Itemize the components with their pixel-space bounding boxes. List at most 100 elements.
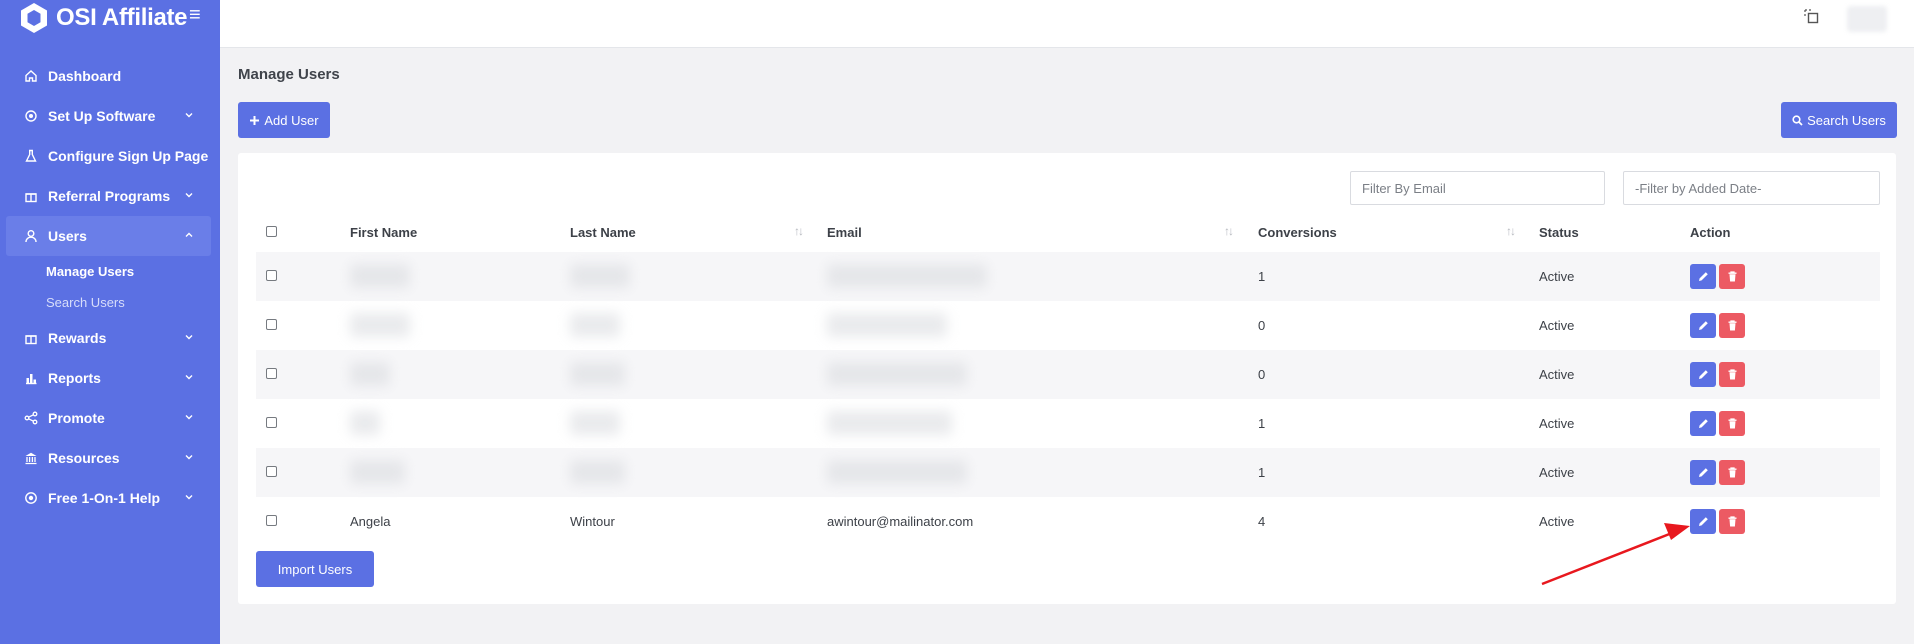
- blurred-email: [827, 411, 952, 435]
- sort-icon[interactable]: ↑↓: [1224, 224, 1234, 238]
- edit-button[interactable]: [1690, 460, 1716, 485]
- email-cell: awintour@mailinator.com: [827, 514, 974, 529]
- search-users-button[interactable]: Search Users: [1781, 102, 1897, 138]
- edit-button[interactable]: [1690, 509, 1716, 534]
- bank-icon: [22, 449, 40, 467]
- edit-button[interactable]: [1690, 264, 1716, 289]
- sidebar-item-label: Configure Sign Up Page: [48, 148, 209, 164]
- chevron-down-icon: [185, 375, 193, 380]
- status-cell: Active: [1539, 465, 1575, 480]
- brand[interactable]: OSI Affiliate: [18, 2, 188, 34]
- row-checkbox[interactable]: [266, 466, 277, 477]
- blurred-last-name: [570, 362, 625, 386]
- sidebar-item-configure-sign-up-page[interactable]: Configure Sign Up Page: [0, 136, 220, 176]
- sidebar-item-free-help[interactable]: Free 1-On-1 Help: [0, 478, 220, 518]
- delete-button[interactable]: [1719, 313, 1745, 338]
- gift-icon: [22, 187, 40, 205]
- hamburger-icon[interactable]: ≡: [189, 5, 201, 25]
- blurred-last-name: [570, 411, 620, 435]
- status-cell: Active: [1539, 416, 1575, 431]
- delete-button[interactable]: [1719, 411, 1745, 436]
- edit-button[interactable]: [1690, 362, 1716, 387]
- status-cell: Active: [1539, 367, 1575, 382]
- conversions-cell: 4: [1258, 514, 1266, 529]
- sidebar-item-users[interactable]: Users: [6, 216, 211, 256]
- settings-icon: [22, 107, 40, 125]
- column-header-last-name[interactable]: Last Name: [570, 225, 636, 240]
- sort-icon[interactable]: ↑↓: [794, 224, 804, 238]
- page-title: Manage Users: [238, 66, 340, 83]
- trash-icon: [1728, 418, 1736, 429]
- sidebar-item-reports[interactable]: Reports: [0, 358, 220, 398]
- search-icon: [1792, 114, 1803, 126]
- sidebar-item-set-up-software[interactable]: Set Up Software: [0, 96, 220, 136]
- row-checkbox[interactable]: [266, 515, 277, 526]
- blurred-email: [827, 313, 947, 337]
- filter-email-input[interactable]: [1350, 171, 1605, 205]
- delete-button[interactable]: [1719, 362, 1745, 387]
- sidebar-item-dashboard[interactable]: Dashboard: [0, 56, 220, 96]
- fullscreen-icon[interactable]: [1803, 8, 1821, 26]
- sidebar-nav: Dashboard Set Up Software Configure Sign…: [0, 56, 220, 518]
- trash-icon: [1728, 369, 1736, 380]
- sidebar-subitem-manage-users[interactable]: Manage Users: [0, 256, 220, 287]
- import-users-label: Import Users: [277, 561, 353, 577]
- chevron-down-icon: [185, 415, 193, 420]
- sidebar-item-label: Set Up Software: [48, 108, 156, 124]
- help-icon: [22, 489, 40, 507]
- blurred-first-name: [350, 362, 390, 386]
- conversions-cell: 1: [1258, 269, 1266, 284]
- table-row: 1 Active: [256, 448, 1880, 497]
- edit-button[interactable]: [1690, 411, 1716, 436]
- users-table: First Name Last Name ↑↓ Email ↑↓ Convers…: [256, 214, 1880, 546]
- sidebar-item-promote[interactable]: Promote: [0, 398, 220, 438]
- conversions-cell: 0: [1258, 318, 1266, 333]
- edit-button[interactable]: [1690, 313, 1716, 338]
- add-user-button[interactable]: Add User: [238, 102, 330, 138]
- delete-button[interactable]: [1719, 460, 1745, 485]
- add-user-label: Add User: [264, 112, 319, 128]
- sidebar-item-label: Dashboard: [48, 68, 122, 84]
- conversions-cell: 1: [1258, 416, 1266, 431]
- blurred-email: [827, 264, 987, 288]
- pencil-icon: [1698, 517, 1708, 526]
- sort-icon[interactable]: ↑↓: [1506, 224, 1516, 238]
- chevron-down-icon: [185, 193, 193, 198]
- bar-chart-icon: [22, 369, 40, 387]
- user-avatar[interactable]: [1847, 6, 1887, 32]
- blurred-email: [827, 362, 967, 386]
- row-checkbox[interactable]: [266, 319, 277, 330]
- row-checkbox[interactable]: [266, 417, 277, 428]
- table-header: First Name Last Name ↑↓ Email ↑↓ Convers…: [256, 214, 1880, 252]
- trash-icon: [1728, 271, 1736, 282]
- sidebar-item-resources[interactable]: Resources: [0, 438, 220, 478]
- filter-date-input[interactable]: [1623, 171, 1880, 205]
- sidebar-item-rewards[interactable]: Rewards: [0, 318, 220, 358]
- conversions-cell: 1: [1258, 465, 1266, 480]
- sidebar-item-referral-programs[interactable]: Referral Programs: [0, 176, 220, 216]
- column-header-first-name[interactable]: First Name: [350, 225, 417, 240]
- user-icon: [22, 227, 40, 245]
- pencil-icon: [1698, 419, 1708, 428]
- pencil-icon: [1698, 272, 1708, 281]
- blurred-first-name: [350, 264, 410, 288]
- chevron-down-icon: [185, 335, 193, 340]
- status-cell: Active: [1539, 514, 1575, 529]
- sidebar-item-label: Users: [48, 228, 87, 244]
- delete-button[interactable]: [1719, 509, 1745, 534]
- delete-button[interactable]: [1719, 264, 1745, 289]
- blurred-first-name: [350, 411, 380, 435]
- table-row: 1 Active: [256, 252, 1880, 301]
- blurred-last-name: [570, 264, 630, 288]
- row-checkbox[interactable]: [266, 368, 277, 379]
- select-all-checkbox[interactable]: [266, 226, 277, 237]
- column-header-conversions[interactable]: Conversions: [1258, 225, 1337, 240]
- sidebar-subitem-search-users[interactable]: Search Users: [0, 287, 220, 318]
- home-icon: [22, 67, 40, 85]
- gift-icon: [22, 329, 40, 347]
- table-row: 1 Active: [256, 399, 1880, 448]
- import-users-button[interactable]: Import Users: [256, 551, 374, 587]
- row-checkbox[interactable]: [266, 270, 277, 281]
- column-header-email[interactable]: Email: [827, 225, 862, 240]
- trash-icon: [1728, 320, 1736, 331]
